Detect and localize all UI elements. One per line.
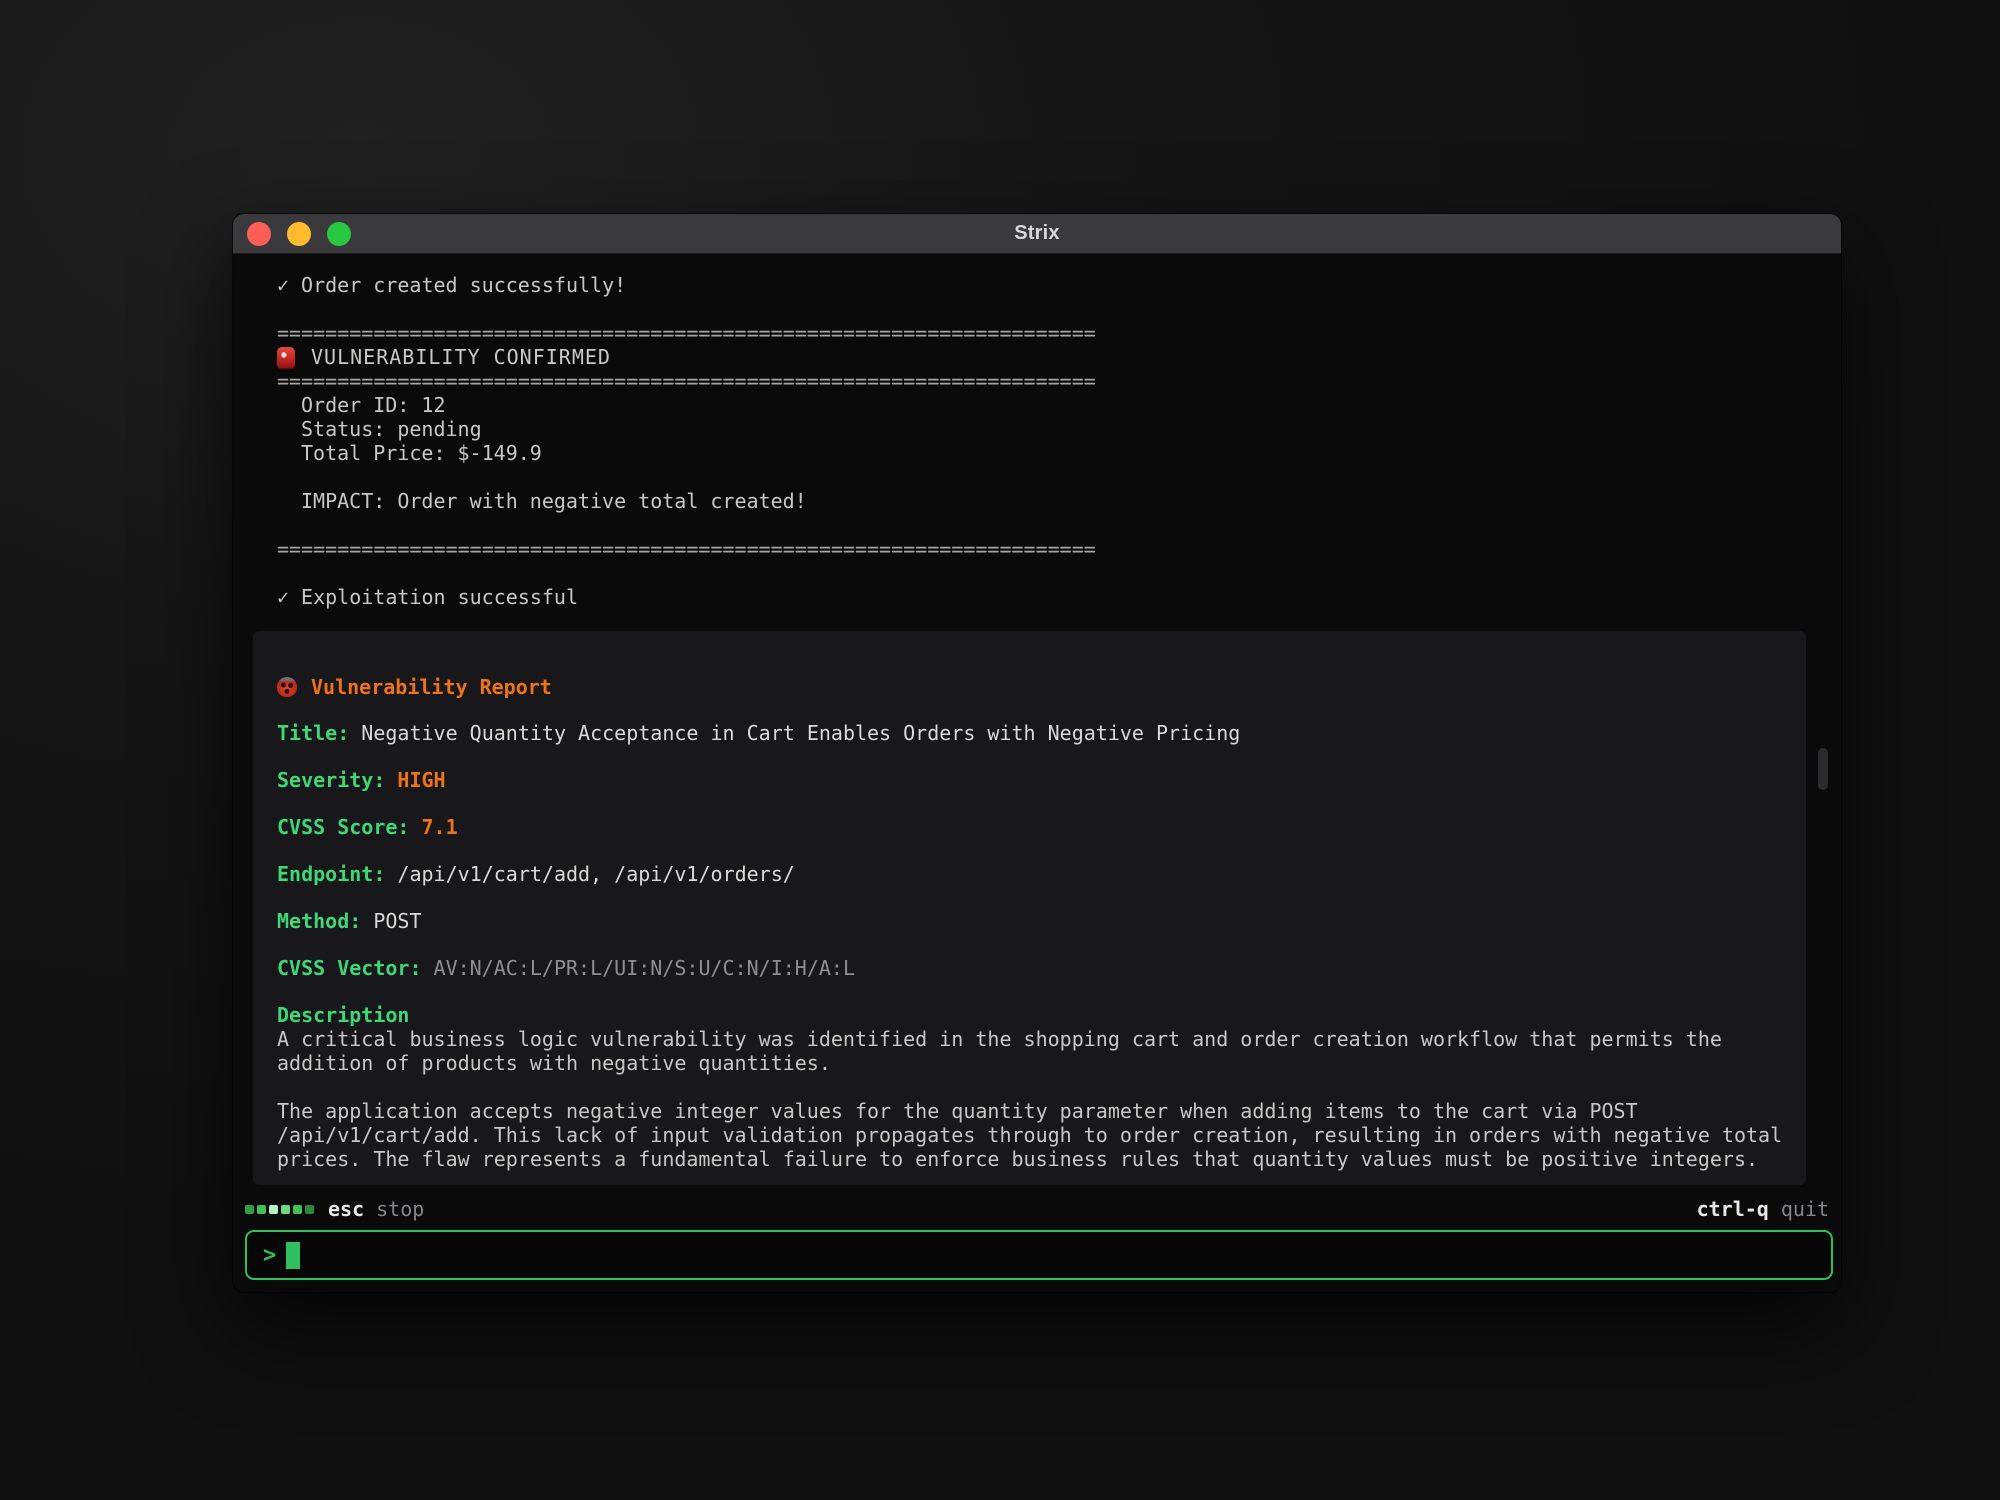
spinner-dot xyxy=(281,1205,290,1214)
prompt-chevron: > xyxy=(263,1243,276,1268)
exploitation-success-text: Exploitation successful xyxy=(301,585,578,609)
scrollbar-thumb[interactable] xyxy=(1818,748,1828,790)
separator-line: ========================================… xyxy=(277,537,1841,561)
separator-line: ========================================… xyxy=(277,321,1841,345)
cvss-vector-label: CVSS Vector: xyxy=(277,956,434,980)
endpoint-label: Endpoint: xyxy=(277,862,397,886)
vulnerability-confirmed-text: VULNERABILITY CONFIRMED xyxy=(311,345,611,369)
spinner-dot xyxy=(257,1205,266,1214)
exploitation-success-line: ✓ Exploitation successful xyxy=(277,585,1841,609)
spinner-dot xyxy=(305,1205,314,1214)
order-id-line: Order ID: 12 xyxy=(301,393,1841,417)
report-cvss-score-row: CVSS Score: 7.1 xyxy=(277,815,1790,839)
vulnerability-confirmed-header: VULNERABILITY CONFIRMED xyxy=(277,345,1841,369)
endpoint-value: /api/v1/cart/add, /api/v1/orders/ xyxy=(397,862,794,886)
total-price-line: Total Price: $-149.9 xyxy=(301,441,1841,465)
description-paragraph-1: A critical business logic vulnerability … xyxy=(277,1027,1790,1075)
spinner-dot xyxy=(293,1205,302,1214)
ctrl-q-key-hint: ctrl-q xyxy=(1697,1197,1769,1221)
method-label: Method: xyxy=(277,909,373,933)
spinner-dot xyxy=(245,1205,254,1214)
report-header-text: Vulnerability Report xyxy=(311,675,552,699)
severity-value: HIGH xyxy=(397,768,445,792)
esc-key-hint: esc xyxy=(328,1197,364,1221)
spinner-dot xyxy=(269,1205,278,1214)
cvss-vector-value: AV:N/AC:L/PR:L/UI:N/S:U/C:N/I:H/A:L xyxy=(434,956,855,980)
stop-label: stop xyxy=(376,1197,424,1221)
window-titlebar[interactable]: Strix xyxy=(233,214,1841,254)
terminal-content: ✓ Order created successfully! ===========… xyxy=(233,255,1841,1292)
report-severity-row: Severity: HIGH xyxy=(277,768,1790,792)
quit-label: quit xyxy=(1781,1197,1829,1221)
rotating-light-icon xyxy=(277,347,295,368)
strix-window: Strix ✓ Order created successfully! =====… xyxy=(233,214,1841,1292)
report-header: Vulnerability Report xyxy=(277,675,1790,699)
title-value: Negative Quantity Acceptance in Cart Ena… xyxy=(361,721,1240,745)
report-title-row: Title: Negative Quantity Acceptance in C… xyxy=(277,721,1790,745)
order-status-line: Status: pending xyxy=(301,417,1841,441)
report-cvss-vector-row: CVSS Vector: AV:N/AC:L/PR:L/UI:N/S:U/C:N… xyxy=(277,956,1790,980)
cvss-score-label: CVSS Score: xyxy=(277,815,422,839)
order-success-line: ✓ Order created successfully! xyxy=(277,273,1841,297)
report-method-row: Method: POST xyxy=(277,909,1790,933)
ladybug-icon xyxy=(277,677,297,697)
severity-label: Severity: xyxy=(277,768,397,792)
impact-line: IMPACT: Order with negative total create… xyxy=(301,489,1841,513)
command-input[interactable]: > xyxy=(245,1230,1833,1280)
separator-line: ========================================… xyxy=(277,369,1841,393)
checkmark-icon: ✓ xyxy=(277,585,289,609)
spinner-dots xyxy=(245,1205,314,1214)
window-title: Strix xyxy=(233,222,1841,245)
status-bar: esc stop ctrl-q quit xyxy=(233,1196,1841,1222)
text-cursor xyxy=(286,1242,300,1269)
report-endpoint-row: Endpoint: /api/v1/cart/add, /api/v1/orde… xyxy=(277,862,1790,886)
cvss-score-value: 7.1 xyxy=(422,815,458,839)
order-success-text: Order created successfully! xyxy=(301,273,626,297)
checkmark-icon: ✓ xyxy=(277,273,289,297)
method-value: POST xyxy=(373,909,421,933)
title-label: Title: xyxy=(277,721,361,745)
description-paragraph-2: The application accepts negative integer… xyxy=(277,1099,1790,1171)
description-heading: Description xyxy=(277,1003,1790,1027)
vulnerability-report-panel: Vulnerability Report Title: Negative Qua… xyxy=(253,631,1806,1185)
